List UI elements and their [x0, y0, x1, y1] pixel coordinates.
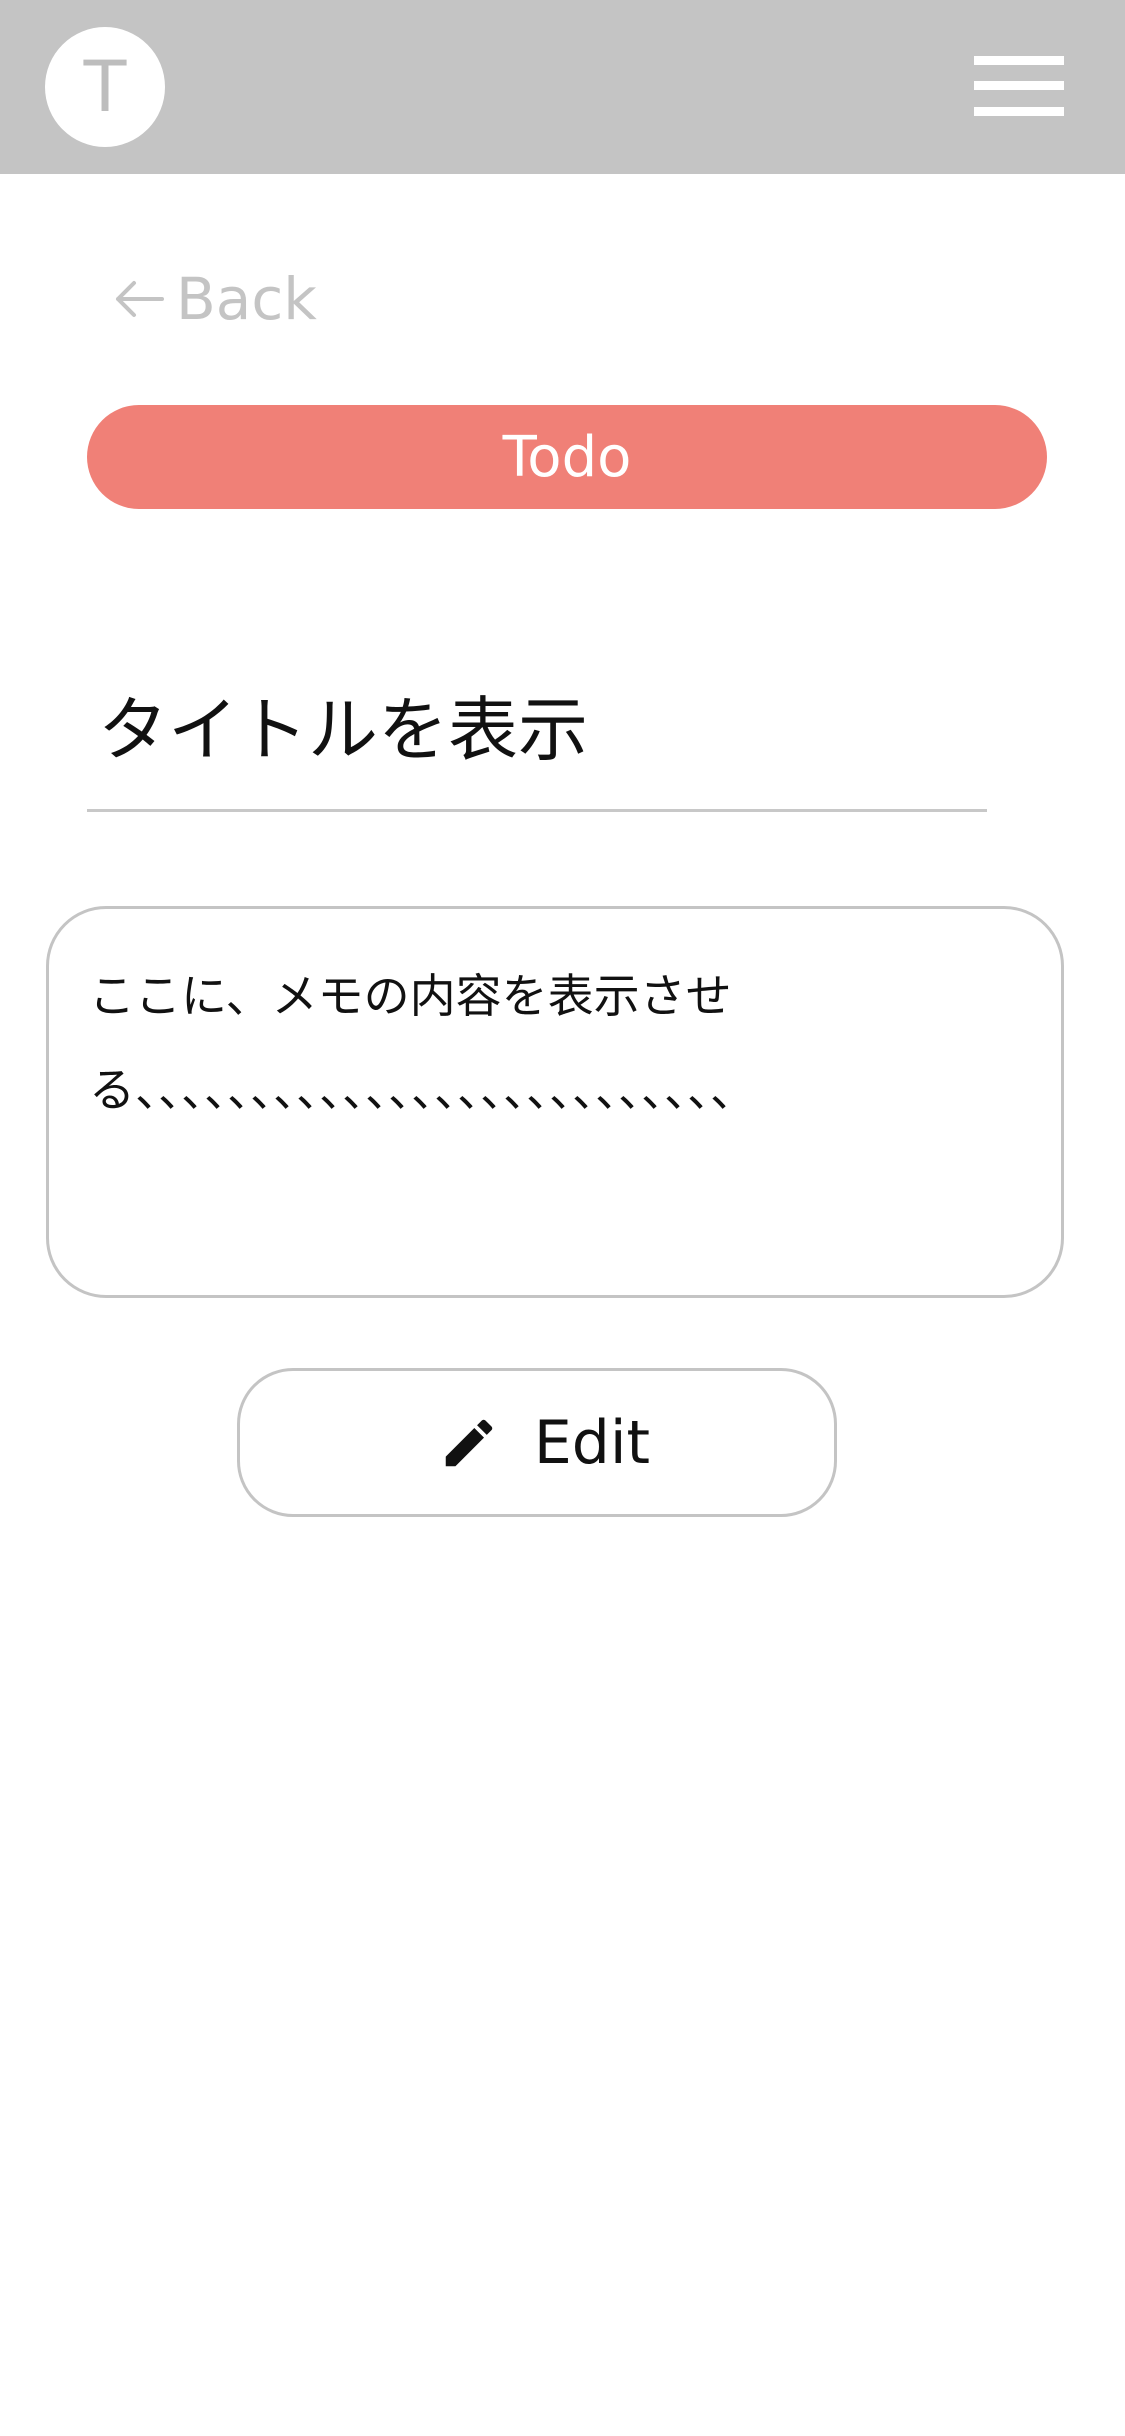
avatar-letter: T — [83, 46, 127, 128]
memo-title: タイトルを表示 — [98, 689, 588, 771]
edit-label: Edit — [533, 1407, 651, 1478]
arrow-left-icon — [116, 281, 164, 317]
avatar[interactable]: T — [45, 27, 165, 147]
app-header: T — [0, 0, 1125, 174]
back-link[interactable]: Back — [110, 262, 317, 336]
back-label: Back — [176, 265, 317, 333]
pencil-icon — [445, 1419, 493, 1466]
memo-content: ここに、メモの内容を表示させる、、、、、、、、、、、、、、、、、、、、、、、、、… — [89, 969, 756, 1117]
hamburger-menu-icon[interactable] — [972, 52, 1066, 120]
edit-button[interactable]: Edit — [237, 1368, 837, 1517]
memo-content-box: ここに、メモの内容を表示させる、、、、、、、、、、、、、、、、、、、、、、、、、… — [46, 906, 1064, 1298]
title-divider — [87, 809, 987, 812]
status-badge: Todo — [87, 405, 1047, 509]
status-label: Todo — [502, 424, 632, 490]
